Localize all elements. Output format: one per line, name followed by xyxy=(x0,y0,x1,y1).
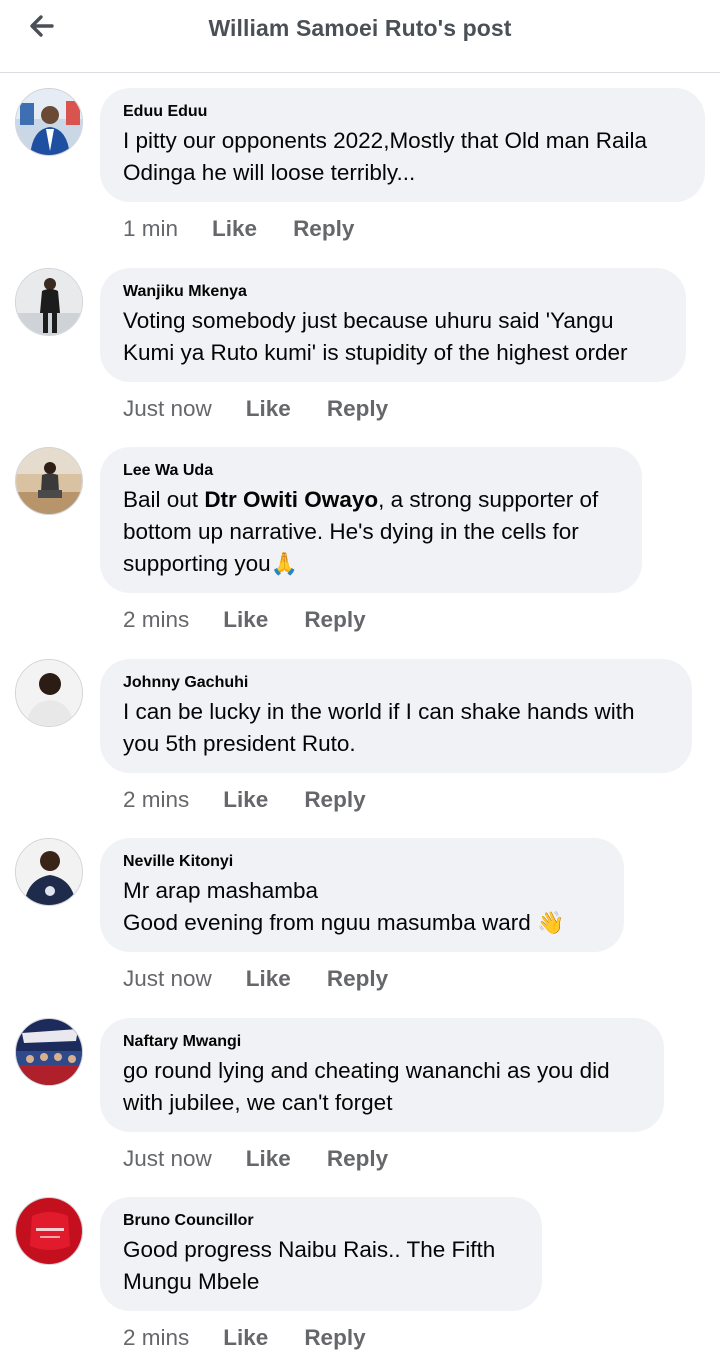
page-title: William Samoei Ruto's post xyxy=(208,15,512,41)
comment-text: I pitty our opponents 2022,Mostly that O… xyxy=(123,128,648,185)
comment-actions: 1 min Like Reply xyxy=(123,216,354,242)
comment-timestamp[interactable]: Just now xyxy=(123,1146,212,1172)
comment-timestamp[interactable]: 2 mins xyxy=(123,787,189,813)
comment-author[interactable]: Naftary Mwangi xyxy=(123,1033,640,1051)
comment-bubble: Lee Wa Uda Bail out Dtr Owiti Owayo, a s… xyxy=(100,447,642,593)
like-button[interactable]: Like xyxy=(223,607,268,633)
comment-author[interactable]: Neville Kitonyi xyxy=(123,853,600,871)
comment-bubble: Neville Kitonyi Mr arap mashamba Good ev… xyxy=(100,838,624,952)
comment-timestamp[interactable]: 2 mins xyxy=(123,1325,189,1351)
comment-bubble: Bruno Councillor Good progress Naibu Rai… xyxy=(100,1197,542,1311)
comment-bubble: Wanjiku Mkenya Voting somebody just beca… xyxy=(100,268,686,382)
comment-actions: Just now Like Reply xyxy=(123,966,388,992)
comment-bubble: Eduu Eduu I pitty our opponents 2022,Mos… xyxy=(100,88,705,202)
comment-text: Good progress Naibu Rais.. The Fifth Mun… xyxy=(123,1237,496,1294)
comment-text: go round lying and cheating wananchi as … xyxy=(123,1058,610,1115)
avatar[interactable] xyxy=(15,1197,83,1265)
post-header: William Samoei Ruto's post xyxy=(0,0,720,73)
comment-author[interactable]: Johnny Gachuhi xyxy=(123,674,668,692)
avatar[interactable] xyxy=(15,88,83,156)
like-button[interactable]: Like xyxy=(246,396,291,422)
avatar[interactable] xyxy=(15,447,83,515)
comment-author[interactable]: Wanjiku Mkenya xyxy=(123,283,662,301)
praying-hands-emoji: 🙏 xyxy=(270,552,299,577)
avatar[interactable] xyxy=(15,268,83,336)
reply-button[interactable]: Reply xyxy=(327,396,388,422)
reply-button[interactable]: Reply xyxy=(304,1325,365,1351)
comment-actions: 2 mins Like Reply xyxy=(123,607,366,633)
comment-actions: Just now Like Reply xyxy=(123,396,388,422)
comment-text: Bail out Dtr Owiti Owayo, a strong suppo… xyxy=(123,487,599,577)
comment-text: I can be lucky in the world if I can sha… xyxy=(123,699,635,756)
comment-author[interactable]: Eduu Eduu xyxy=(123,103,681,121)
avatar[interactable] xyxy=(15,659,83,727)
comment-bubble: Naftary Mwangi go round lying and cheati… xyxy=(100,1018,664,1132)
like-button[interactable]: Like xyxy=(246,966,291,992)
comment-actions: Just now Like Reply xyxy=(123,1146,388,1172)
reply-button[interactable]: Reply xyxy=(293,216,354,242)
comment-text: Voting somebody just because uhuru said … xyxy=(123,308,628,365)
comment-actions: 2 mins Like Reply xyxy=(123,1325,366,1351)
like-button[interactable]: Like xyxy=(212,216,257,242)
comment-author[interactable]: Bruno Councillor xyxy=(123,1212,518,1230)
comment-timestamp[interactable]: Just now xyxy=(123,396,212,422)
like-button[interactable]: Like xyxy=(223,1325,268,1351)
reply-button[interactable]: Reply xyxy=(304,787,365,813)
comment-timestamp[interactable]: 1 min xyxy=(123,216,178,242)
mentioned-name: Dtr Owiti Owayo xyxy=(204,487,379,512)
reply-button[interactable]: Reply xyxy=(327,1146,388,1172)
comment-actions: 2 mins Like Reply xyxy=(123,787,366,813)
like-button[interactable]: Like xyxy=(246,1146,291,1172)
waving-hand-emoji: 👋 xyxy=(537,911,565,936)
avatar[interactable] xyxy=(15,1018,83,1086)
reply-button[interactable]: Reply xyxy=(327,966,388,992)
comment-author[interactable]: Lee Wa Uda xyxy=(123,462,618,480)
comment-text: Mr arap mashamba Good evening from nguu … xyxy=(123,878,565,936)
comment-bubble: Johnny Gachuhi I can be lucky in the wor… xyxy=(100,659,692,773)
comment-timestamp[interactable]: 2 mins xyxy=(123,607,189,633)
reply-button[interactable]: Reply xyxy=(304,607,365,633)
like-button[interactable]: Like xyxy=(223,787,268,813)
avatar[interactable] xyxy=(15,838,83,906)
comment-timestamp[interactable]: Just now xyxy=(123,966,212,992)
